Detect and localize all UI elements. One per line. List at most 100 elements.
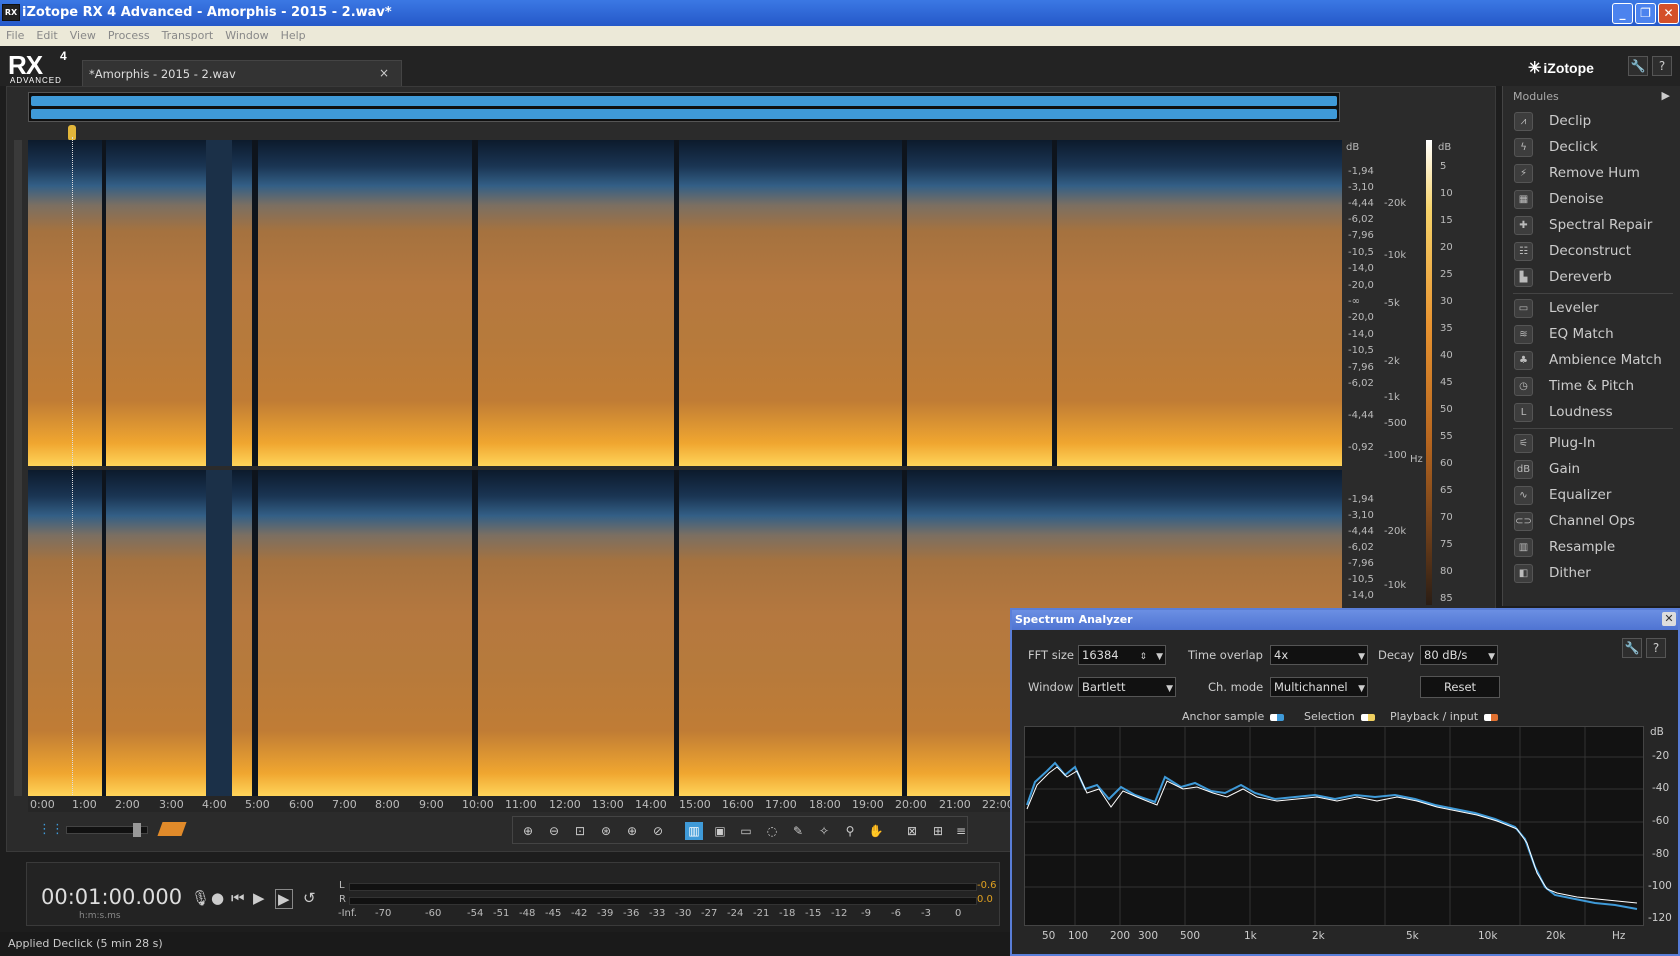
waveform-overview[interactable] [28,92,1340,122]
frequency-selection-tool-icon[interactable]: ▣ [711,822,729,840]
meter-scale-tick: -24 [727,908,744,919]
resample-icon: ▥ [1514,538,1533,557]
minimize-button[interactable]: _ [1612,3,1633,24]
channel-mode-select[interactable]: Multichannel ▼ [1270,677,1368,697]
time-selection-tool-icon[interactable]: ▥ [685,822,703,840]
module-dereverb[interactable]: ▙ Dereverb [1513,266,1678,290]
meter-scale-tick: -48 [519,908,536,919]
module-equalizer[interactable]: ∿ Equalizer [1513,484,1678,508]
playback-cursor [72,137,73,797]
options-icon[interactable]: ≡ [955,822,967,840]
menu-file[interactable]: File [0,26,30,42]
zoom-selection-icon[interactable]: ⊡ [571,822,589,840]
analyzer-help-icon[interactable]: ? [1646,638,1666,658]
module-loudness[interactable]: L Loudness [1513,401,1678,425]
zoom-fit-icon[interactable]: ⊛ [597,822,615,840]
lasso-tool-icon[interactable]: ◌ [763,822,781,840]
time-tick: 10:00 [462,798,494,811]
menu-process[interactable]: Process [102,26,156,42]
module-time-pitch[interactable]: ◷ Time & Pitch [1513,375,1678,399]
module-remove-hum[interactable]: ⚡ Remove Hum [1513,162,1678,186]
module-deconstruct[interactable]: ☷ Deconstruct [1513,240,1678,264]
brush-tool-icon[interactable]: ✎ [789,822,807,840]
play-selection-icon[interactable]: ▶ [275,889,293,909]
playback-chip[interactable] [1484,713,1499,721]
decay-select[interactable]: 80 dB/s ▼ [1420,645,1498,665]
spectrum-analyzer-titlebar[interactable]: Spectrum Analyzer ✕ [1012,610,1678,630]
waveform-view-icon[interactable]: ⋮⋮ [38,822,64,837]
module-label: Declick [1549,139,1598,155]
menu-transport[interactable]: Transport [156,26,220,42]
zoom-tool-icon[interactable]: ⚲ [841,822,859,840]
module-leveler[interactable]: ▭ Leveler [1513,297,1678,321]
module-resample[interactable]: ▥ Resample [1513,536,1678,560]
time-overlap-select[interactable]: 4x ▼ [1270,645,1368,665]
module-declick[interactable]: ϟ Declick [1513,136,1678,160]
menu-view[interactable]: View [64,26,102,42]
vertical-scrollbar[interactable] [14,140,22,796]
find-similar-icon[interactable]: ⊞ [929,822,947,840]
analyzer-settings-icon[interactable]: 🔧 [1622,638,1642,658]
module-eq-match[interactable]: ≋ EQ Match [1513,323,1678,347]
help-icon[interactable]: ? [1652,56,1672,76]
zoom-reset-icon[interactable]: ⊘ [649,822,667,840]
anchor-chip[interactable] [1270,713,1285,721]
spectrum-plot[interactable] [1024,726,1644,926]
harmonic-select-icon[interactable]: ⊠ [903,822,921,840]
sa-x-tick: 1k [1244,930,1257,942]
plot-grid [1025,727,1643,925]
spectrogram-view-icon[interactable] [157,822,187,836]
record-mic-icon[interactable]: 🎙 [191,889,210,907]
settings-wrench-icon[interactable]: 🔧 [1628,56,1648,76]
zoom-vertical-icon[interactable]: ⊕ [623,822,641,840]
channel-mode-value: Multichannel [1274,680,1348,694]
gain-icon: dB [1514,460,1533,479]
app-icon: RX [2,4,20,21]
zoom-out-icon[interactable]: ⊖ [545,822,563,840]
color-scale-tick: 30 [1440,296,1453,307]
module-denoise[interactable]: ▦ Denoise [1513,188,1678,212]
record-icon[interactable]: ● [211,889,224,907]
module-dither[interactable]: ◧ Dither [1513,562,1678,586]
slider-handle[interactable] [133,823,141,837]
hand-tool-icon[interactable]: ✋ [867,822,885,840]
color-scale-tick: 60 [1440,458,1453,469]
module-declip[interactable]: ⩘ Declip [1513,110,1678,134]
skip-back-icon[interactable]: ⏮ [231,889,245,907]
close-button[interactable]: ✕ [1658,3,1679,24]
module-gain[interactable]: dB Gain [1513,458,1678,482]
spectrogram-blend-slider[interactable] [66,823,148,837]
legend-playback: Playback / input [1390,710,1499,723]
close-tab-icon[interactable]: × [379,66,389,80]
window-select[interactable]: Bartlett ▼ [1078,677,1176,697]
stepper-icon[interactable]: ⇕ [1139,648,1147,666]
reset-button[interactable]: Reset [1420,676,1500,698]
play-icon[interactable]: ▶ [253,889,265,907]
plug-in-icon: ⚟ [1514,434,1533,453]
db-scale-tick: -1,94 [1348,494,1374,505]
menu-window[interactable]: Window [219,26,274,42]
close-icon[interactable]: ✕ [1662,612,1676,626]
db-scale-tick: -20,0 [1348,312,1374,323]
restore-button[interactable]: ❐ [1635,3,1656,24]
time-tick: 13:00 [592,798,624,811]
chevron-down-icon[interactable]: ▼ [1156,648,1163,666]
spectrogram-left-channel[interactable] [28,140,1342,466]
menu-edit[interactable]: Edit [30,26,63,42]
fft-size-field[interactable]: 16384 ⇕ ▼ [1078,645,1166,665]
selection-chip[interactable] [1360,713,1375,721]
modules-expand-icon[interactable]: ▶ [1662,89,1670,102]
zoom-in-icon[interactable]: ⊕ [519,822,537,840]
module-plug-in[interactable]: ⚟ Plug-In [1513,432,1678,456]
color-scale-bar [1426,140,1432,605]
magic-wand-tool-icon[interactable]: ✧ [815,822,833,840]
module-ambience-match[interactable]: ♣ Ambience Match [1513,349,1678,373]
file-tab[interactable]: *Amorphis - 2015 - 2.wav × [82,60,402,86]
module-spectral-repair[interactable]: ✚ Spectral Repair [1513,214,1678,238]
module-channel-ops[interactable]: ⊂⊃ Channel Ops [1513,510,1678,534]
loop-icon[interactable]: ↺ [303,889,316,907]
silence-gap [674,140,679,466]
time-freq-selection-tool-icon[interactable]: ▭ [737,822,755,840]
menu-help[interactable]: Help [275,26,312,42]
modules-header: Modules [1513,90,1559,103]
